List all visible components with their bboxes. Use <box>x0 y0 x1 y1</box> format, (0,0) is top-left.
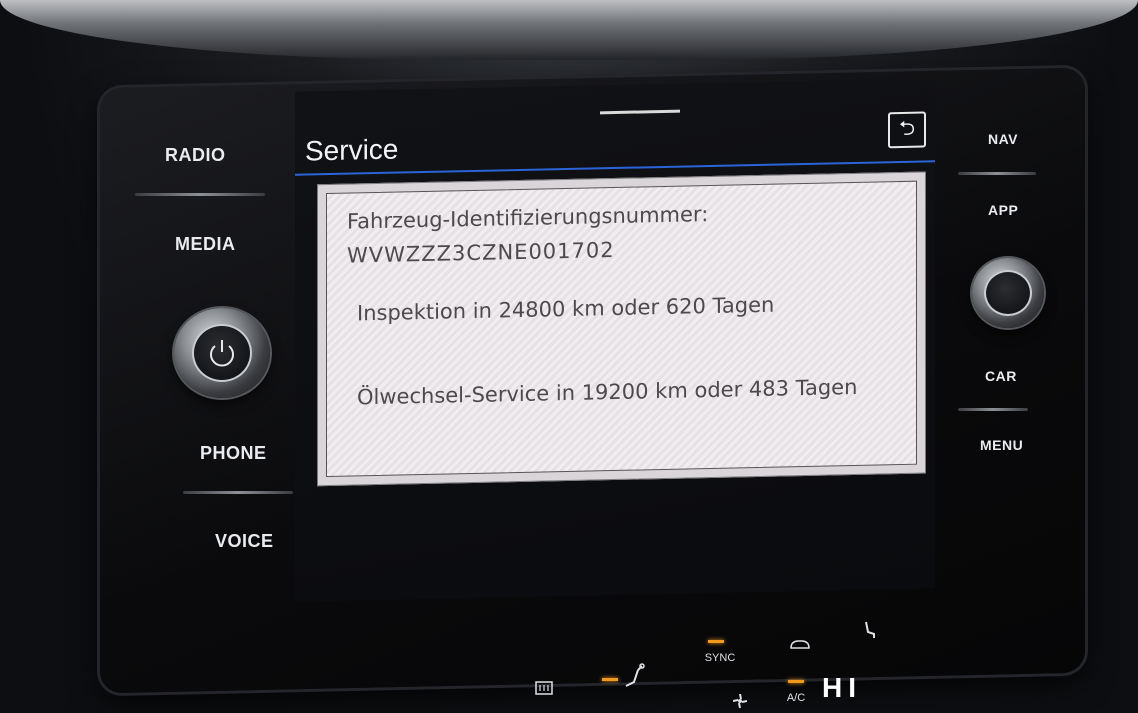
sync-indicator-led <box>708 640 724 643</box>
knob-cap <box>984 270 1032 316</box>
fan-icon[interactable] <box>730 693 750 711</box>
volume-knob[interactable] <box>174 308 270 398</box>
app-button[interactable]: APP <box>988 202 1018 218</box>
car-recirculation-icon[interactable] <box>785 638 815 655</box>
media-button[interactable]: MEDIA <box>175 234 236 255</box>
pull-down-handle[interactable] <box>600 109 680 115</box>
climate-control-bar: SYNC A/C HI <box>330 620 890 713</box>
menu-button[interactable]: MENU <box>980 437 1023 453</box>
separator <box>958 172 1036 175</box>
oil-service-status: Ölwechsel-Service in 19200 km oder 483 T… <box>357 374 858 410</box>
tuning-knob[interactable] <box>972 258 1044 328</box>
inspection-status: Inspektion in 24800 km oder 620 Tagen <box>357 292 775 326</box>
car-button[interactable]: CAR <box>985 368 1017 384</box>
voice-button[interactable]: VOICE <box>215 531 274 552</box>
rear-defrost-icon[interactable] <box>530 680 558 699</box>
sync-button[interactable]: SYNC <box>700 652 740 664</box>
ac-button[interactable]: A/C <box>780 692 812 704</box>
display-screen: Service ⮌ Fahrzeug-Identifizierungsnumme… <box>295 78 935 602</box>
radio-button[interactable]: RADIO <box>165 145 226 166</box>
vin-label: Fahrzeug-Identifizierungsnummer: <box>347 202 709 234</box>
indicator-led <box>602 678 618 681</box>
service-info-panel: Fahrzeug-Identifizierungsnummer: WVWZZZ3… <box>317 171 926 487</box>
separator <box>958 408 1028 411</box>
heated-seat-icon[interactable] <box>860 620 880 643</box>
back-arrow-icon: ⮌ <box>898 117 916 141</box>
seat-airflow-icon[interactable] <box>620 662 650 693</box>
nav-button[interactable]: NAV <box>988 131 1018 147</box>
service-info-content: Fahrzeug-Identifizierungsnummer: WVWZZZ3… <box>326 180 917 478</box>
phone-button[interactable]: PHONE <box>200 443 267 464</box>
back-button[interactable]: ⮌ <box>888 111 926 149</box>
separator <box>135 193 265 196</box>
ac-indicator-led <box>788 680 804 683</box>
power-icon <box>192 324 252 382</box>
temperature-display: HI <box>822 672 862 703</box>
vin-value: WVWZZZ3CZNE001702 <box>347 238 615 268</box>
separator <box>183 491 293 494</box>
page-title: Service <box>305 133 399 167</box>
